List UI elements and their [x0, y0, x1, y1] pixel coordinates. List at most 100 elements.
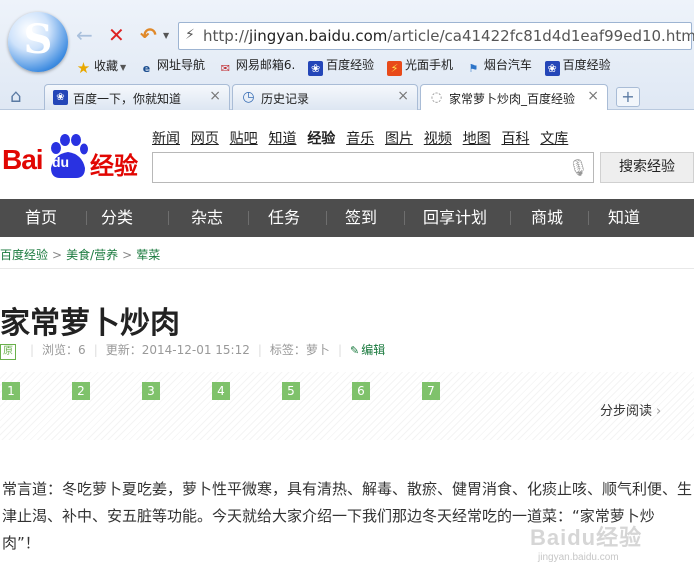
step-thumb-2[interactable]: 2 [72, 382, 90, 400]
breadcrumb: 百度经验 > 美食/营养 > 荤菜 [0, 246, 160, 263]
bookmark-label: 烟台汽车 [483, 58, 532, 72]
main-nav-checkin[interactable]: 签到 [326, 199, 396, 237]
watermark-text: Baidu经验 [530, 525, 643, 550]
nav-divider [510, 211, 511, 225]
top-nav-video[interactable]: 视频 [424, 128, 452, 148]
bookmark-car[interactable]: ⚑ 烟台汽车 [466, 56, 532, 76]
loading-icon: ◌ [430, 90, 443, 105]
lightning-icon: ⚡ [185, 27, 195, 43]
bookmark-label: 光面手机 [404, 58, 453, 72]
tab-label: 百度一下，你就知道 [73, 92, 182, 106]
nav-divider [168, 211, 169, 225]
step-thumb-1[interactable]: 1 [2, 382, 20, 400]
close-icon[interactable]: × [209, 88, 221, 104]
top-nav-wenku[interactable]: 文库 [540, 128, 568, 148]
bookmark-label: 收藏 [94, 58, 119, 73]
browser-chrome: S ← ✕ ↶ ▼ ⚡ http://jingyan.baidu.com/art… [0, 0, 694, 110]
history-icon: ◷ [242, 89, 255, 105]
browser-logo-letter: S [23, 16, 53, 63]
logo-du: du [52, 154, 70, 170]
step-thumb-7[interactable]: 7 [422, 382, 440, 400]
main-nav-home[interactable]: 首页 [6, 199, 76, 237]
top-nav-zhidao[interactable]: 知道 [268, 128, 296, 148]
bookmark-mail[interactable]: ✉ 网易邮箱6. [218, 56, 296, 76]
bookmark-label: 网址导航 [157, 58, 206, 72]
baidu-jingyan-logo[interactable]: Bai du 经验 [2, 132, 142, 182]
step-thumb-6[interactable]: 6 [352, 382, 370, 400]
chevron-down-icon: ▼ [120, 62, 127, 72]
main-nav-category[interactable]: 分类 [82, 199, 152, 237]
baidu-watermark: Baidu经验 jingyan.baidu.com [530, 520, 642, 563]
main-nav-magazine[interactable]: 杂志 [172, 199, 242, 237]
top-nav-web[interactable]: 网页 [191, 128, 219, 148]
search-button[interactable]: 搜索经验 [600, 152, 694, 183]
divider: | [257, 343, 262, 357]
nav-divider [404, 211, 405, 225]
undo-icon[interactable]: ↶ [140, 23, 157, 47]
nav-icon: e [142, 62, 151, 75]
main-nav-mall[interactable]: 商城 [512, 199, 582, 237]
undo-dropdown-icon[interactable]: ▼ [163, 31, 169, 40]
flash-icon: ⚡ [386, 61, 402, 76]
paw-icon: ❀ [544, 61, 560, 76]
main-nav-zhidao[interactable]: 知道 [589, 199, 659, 237]
address-url[interactable]: http://jingyan.baidu.com/article/ca41422… [203, 27, 694, 45]
tags[interactable]: 标签：萝卜 [270, 343, 330, 357]
top-nav-images[interactable]: 图片 [385, 128, 413, 148]
step-thumbnails: 1 2 3 4 5 6 7 [0, 372, 694, 440]
step-read-link[interactable]: 分步阅读 › [600, 400, 661, 419]
updated-time: 更新：2014-12-01 15:12 [105, 343, 250, 357]
top-nav-tieba[interactable]: 贴吧 [230, 128, 258, 148]
divider: | [93, 343, 98, 357]
top-nav-jingyan[interactable]: 经验 [307, 128, 335, 148]
tab-baidu[interactable]: ❀ 百度一下，你就知道 × [44, 84, 230, 110]
step-thumb-5[interactable]: 5 [282, 382, 300, 400]
browser-logo-icon[interactable]: S [8, 12, 68, 72]
step-thumb-3[interactable]: 3 [142, 382, 160, 400]
bookmark-label: 百度经验 [562, 58, 611, 72]
breadcrumb-home[interactable]: 百度经验 [0, 248, 48, 262]
step-read-label: 分步阅读 [600, 404, 653, 419]
pencil-icon: ✎ [349, 344, 360, 357]
close-icon[interactable]: × [397, 88, 409, 104]
step-thumb-4[interactable]: 4 [212, 382, 230, 400]
logo-bai: Bai [2, 144, 44, 175]
bookmark-nav[interactable]: e 网址导航 [139, 56, 205, 76]
car-icon: ⚑ [468, 62, 479, 75]
url-domain: jingyan.baidu.com [248, 27, 388, 45]
home-icon[interactable]: ⌂ [10, 86, 21, 107]
top-nav-map[interactable]: 地图 [463, 128, 491, 148]
tab-history[interactable]: ◷ 历史记录 × [232, 84, 418, 110]
main-nav-tasks[interactable]: 任务 [249, 199, 319, 237]
breadcrumb-subcategory[interactable]: 荤菜 [136, 248, 160, 262]
article-meta: 原 | 浏览：6 | 更新：2014-12-01 15:12 | 标签：萝卜 | ✎ 编辑 [0, 341, 385, 360]
tab-article[interactable]: ◌ 家常萝卜炒肉_百度经验 × [420, 84, 608, 110]
bookmark-jingyan[interactable]: ❀ 百度经验 [308, 56, 374, 76]
bookmark-jingyan-2[interactable]: ❀ 百度经验 [544, 56, 611, 76]
microphone-icon[interactable]: 🎙 [568, 158, 588, 177]
bookmark-favorites[interactable]: ★ 收藏 ▼ [76, 57, 126, 76]
chevron-right-icon: > [122, 248, 133, 262]
divider [0, 268, 694, 269]
top-nav-baike[interactable]: 百科 [501, 128, 529, 148]
bookmark-phone[interactable]: ⚡ 光面手机 [386, 56, 453, 76]
top-nav-news[interactable]: 新闻 [152, 128, 180, 148]
stop-icon[interactable]: ✕ [108, 23, 125, 47]
paw-icon: ❀ [308, 61, 324, 76]
url-path: /article/ca41422fc81d4d1eaf99ed10.html [387, 27, 694, 45]
chevron-right-icon: › [656, 404, 662, 419]
close-icon[interactable]: × [587, 88, 599, 104]
edit-link[interactable]: 编辑 [361, 343, 385, 357]
search-input[interactable] [152, 152, 594, 183]
url-prefix: http:// [203, 27, 249, 45]
divider: | [30, 343, 35, 357]
back-arrow-icon[interactable]: ← [76, 23, 93, 47]
new-tab-button[interactable]: + [616, 87, 640, 107]
address-bar[interactable]: ⚡ http://jingyan.baidu.com/article/ca414… [178, 22, 694, 50]
chevron-right-icon: > [52, 248, 63, 262]
main-nav-share-plan[interactable]: 回享计划 [410, 199, 500, 237]
breadcrumb-category[interactable]: 美食/营养 [66, 248, 118, 262]
top-nav-music[interactable]: 音乐 [346, 128, 374, 148]
article-title: 家常萝卜炒肉 [0, 306, 180, 341]
divider: | [337, 343, 342, 357]
